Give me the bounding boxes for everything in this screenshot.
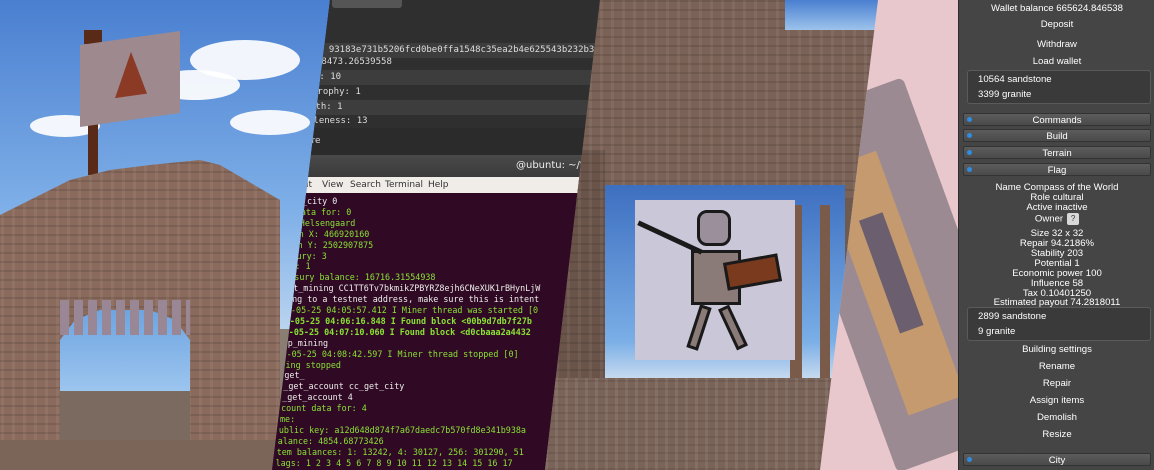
terminal-line: : 1	[295, 261, 311, 272]
terminal-line: sury balance: 16716.31554938	[294, 272, 436, 283]
load-wallet-button[interactable]: Load wallet	[959, 54, 1154, 69]
resource-item: 2899 sandstone	[978, 311, 1047, 322]
building-settings-button[interactable]: Building settings	[959, 342, 1154, 357]
menu-search[interactable]: Search	[350, 177, 381, 193]
game-view-arch	[0, 0, 330, 470]
terminal-line: -05-25 04:05:57.412 I Miner thread was s…	[291, 305, 539, 315]
terminal-line: -05-25 04:06:16.848 I Found block <00b9d…	[289, 315, 532, 326]
wallet-resource-list: 10564 sandstone 3399 granite	[967, 70, 1151, 104]
terminal-line: -05-25 04:07:10.060 I Found block <d0cba…	[288, 326, 531, 337]
terminal-line: ata for: 0	[300, 206, 352, 217]
terminal-line: n Y: 2502907875	[297, 239, 374, 250]
section-label: Terrain	[1042, 148, 1072, 159]
terminal-titlebar: @ubuntu: ~/to	[272, 155, 607, 177]
flag-owner: Owner	[1034, 213, 1064, 225]
terminal-line: get_	[284, 370, 305, 381]
deposit-button[interactable]: Deposit	[959, 17, 1154, 32]
owner-help-button[interactable]: ?	[1067, 213, 1080, 225]
cloud	[230, 110, 310, 135]
wallet-balance: Wallet balance 665624.846538	[991, 3, 1123, 14]
section-flag[interactable]: Flag	[963, 163, 1151, 176]
terminal-line: ury: 3	[296, 250, 327, 261]
collapse-dot-icon	[967, 167, 972, 172]
terminal-line: ublic key: a12d648d874f7a67daedc7b570fd8…	[278, 424, 526, 435]
terminal-line: Helsengaard	[299, 217, 356, 228]
arch-crenel	[60, 300, 190, 335]
assign-items-button[interactable]: Assign items	[959, 393, 1154, 408]
terminal-line: p_mining	[287, 337, 329, 348]
section-terrain[interactable]: Terrain	[963, 146, 1151, 159]
terminal-line: _get_account 4	[282, 392, 353, 403]
resource-item: 9 granite	[978, 326, 1016, 337]
column	[820, 205, 830, 380]
terminal-line: tem balances: 1: 13242, 4: 30127, 256: 3…	[276, 446, 524, 457]
flag-active: Active inactive	[1026, 202, 1088, 213]
section-label: Commands	[1032, 115, 1082, 126]
section-city[interactable]: City	[963, 453, 1151, 466]
flag-resource-list: 2899 sandstone 9 granite	[967, 307, 1151, 341]
ui-sidebar: Wallet balance 665624.846538 Deposit Wit…	[958, 0, 1154, 470]
resize-button[interactable]: Resize	[959, 427, 1154, 442]
terminal-line: alance: 4854.68773426	[277, 435, 384, 446]
demolish-button[interactable]: Demolish	[959, 410, 1154, 425]
terminal-line: _get_account cc_get_city	[283, 381, 405, 392]
resource-item: 10564 sandstone	[978, 74, 1052, 85]
terminal-line: _city 0	[302, 196, 338, 206]
section-label: Flag	[1047, 165, 1067, 176]
collapse-dot-icon	[967, 117, 972, 122]
terminal-line: n X: 466920160	[298, 228, 370, 239]
collapse-dot-icon	[967, 457, 972, 462]
flag-owner-row: Owner?	[959, 213, 1154, 225]
flag-banner	[80, 30, 180, 128]
ground	[0, 440, 300, 470]
resource-item: 3399 granite	[978, 89, 1032, 100]
menu-view[interactable]: View	[322, 177, 343, 193]
terminal-line: lags: 1 2 3 4 5 6 7 8 9 10 11 12 13 14 1…	[275, 457, 513, 468]
rename-button[interactable]: Rename	[959, 359, 1154, 374]
collapse-dot-icon	[967, 133, 972, 138]
repair-button[interactable]: Repair	[959, 376, 1154, 391]
terminal-line: ng to a testnet address, make sure this …	[292, 294, 540, 305]
section-label: City	[1048, 455, 1066, 466]
terminal-line: me:	[280, 414, 296, 424]
terminal-line: -05-25 04:08:42.597 I Miner thread stopp…	[286, 348, 519, 359]
tab-row[interactable]: ore	[272, 128, 607, 155]
terminal-menubar: it View Search Terminal Help	[272, 177, 607, 193]
section-build[interactable]: Build	[963, 129, 1151, 142]
terminal-line: t_mining CC1TT6Tv7bkmikZPBYRZ8ejh6CNeXUK…	[293, 283, 541, 294]
menu-terminal[interactable]: Terminal	[385, 177, 423, 193]
terminal-line: ing stopped	[285, 359, 341, 370]
terminal-line: count data for: 4	[281, 403, 367, 414]
withdraw-button[interactable]: Withdraw	[959, 37, 1154, 52]
section-label: Build	[1046, 131, 1068, 142]
window-title: @ubuntu: ~/to	[516, 160, 590, 171]
pixel-banner	[635, 200, 795, 360]
section-commands[interactable]: Commands	[963, 113, 1151, 126]
menu-help[interactable]: Help	[428, 177, 449, 193]
collapse-dot-icon	[967, 150, 972, 155]
